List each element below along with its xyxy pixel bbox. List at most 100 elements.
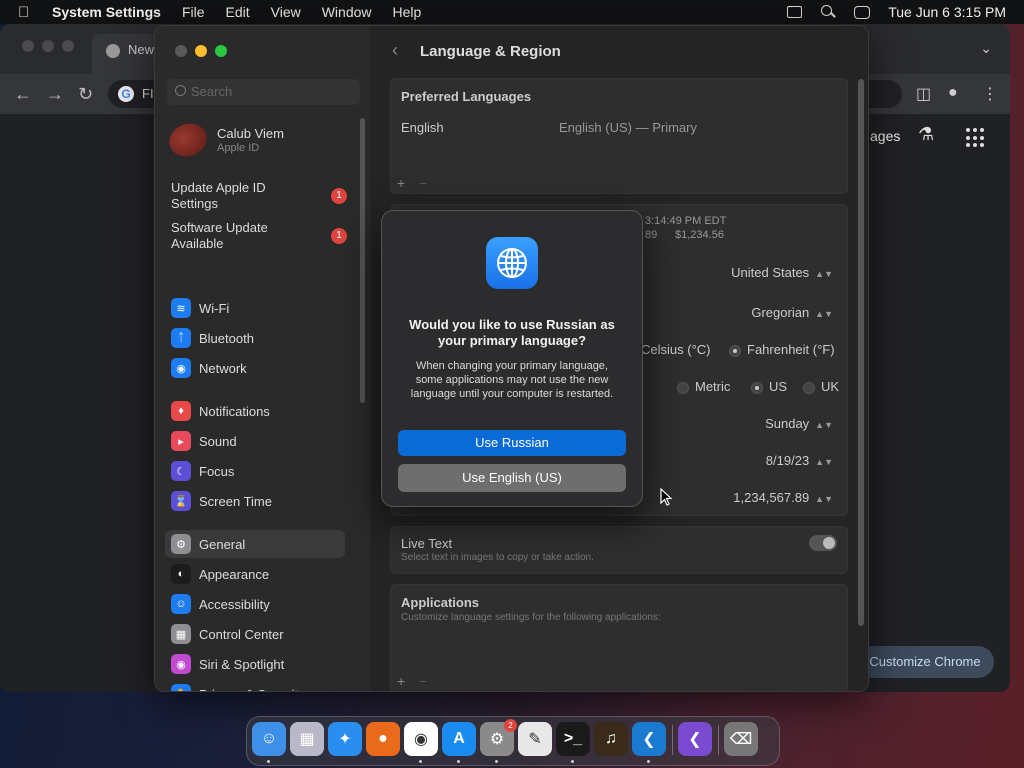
remove-language-button[interactable]: − <box>419 175 427 191</box>
content-scrollbar[interactable] <box>858 79 864 626</box>
number-format-select[interactable]: 1,234,567.89 ▲▼ <box>733 490 833 505</box>
time-preview: 3:14:49 PM EDT <box>645 215 727 227</box>
safari-icon[interactable]: ✦ <box>328 722 362 756</box>
running-indicator <box>495 760 498 763</box>
reload-icon[interactable]: ↻ <box>78 84 93 105</box>
region-value: United States <box>731 265 810 280</box>
apple-id-row[interactable]: Calub Viem Apple ID <box>164 118 359 162</box>
window-controls <box>175 45 227 57</box>
metric-option[interactable]: Metric <box>677 379 730 394</box>
sidebar-item-general[interactable]: ⚙ General <box>165 530 345 558</box>
kebab-menu-icon[interactable]: ⋮ <box>982 84 998 104</box>
customize-chrome-button[interactable]: Customize Chrome <box>856 646 994 678</box>
menu-file[interactable]: File <box>182 4 205 20</box>
omnibox-end[interactable] <box>868 80 902 108</box>
apps-grid-icon[interactable] <box>966 128 986 148</box>
side-panel-icon[interactable]: ◫ <box>916 84 931 104</box>
uk-option[interactable]: UK <box>803 379 839 394</box>
chevron-down-icon[interactable]: ⌄ <box>980 40 992 57</box>
sidebar-item-siri-spotlight[interactable]: ◉ Siri & Spotlight <box>165 650 345 678</box>
sidebar-item-appearance[interactable]: ◐ Appearance <box>165 560 345 588</box>
celsius-option[interactable]: Celsius (°C) <box>641 342 710 357</box>
system-settings-icon[interactable]: ⚙ 2 <box>480 719 517 756</box>
menu-edit[interactable]: Edit <box>226 4 250 20</box>
spotlight-search-icon[interactable] <box>820 5 836 19</box>
remove-application-button[interactable]: − <box>419 673 427 689</box>
uk-radio[interactable] <box>803 381 815 394</box>
trash-icon[interactable]: ⌫ <box>724 722 758 756</box>
chrome-tab[interactable]: New <box>92 34 162 74</box>
sidebar-item-focus[interactable]: ☾ Focus <box>165 457 345 485</box>
app-store-icon[interactable]: A <box>442 722 476 756</box>
user-subtitle: Apple ID <box>217 142 260 154</box>
sidebar-item-screen-time[interactable]: ⌛ Screen Time <box>165 487 345 515</box>
use-russian-button[interactable]: Use Russian <box>398 430 626 456</box>
terminal-icon[interactable]: >_ <box>556 722 590 756</box>
sidebar-item-network[interactable]: ◉ Network <box>165 354 345 382</box>
back-arrow-icon[interactable]: ← <box>14 84 32 105</box>
visual-studio-icon[interactable]: ❮ <box>678 722 712 756</box>
fahrenheit-option[interactable]: Fahrenheit (°F) <box>729 342 835 357</box>
chrome-link-images[interactable]: ages <box>870 128 900 144</box>
sidebar-item-control-center[interactable]: ▦ Control Center <box>165 620 345 648</box>
instruments-icon[interactable]: ♫ <box>594 722 628 756</box>
add-application-button[interactable]: + <box>397 673 405 689</box>
script-editor-icon[interactable]: ✎ <box>518 722 552 756</box>
date-format-select[interactable]: 8/19/23 ▲▼ <box>766 453 833 468</box>
menu-view[interactable]: View <box>271 4 301 20</box>
region-select[interactable]: United States ▲▼ <box>731 265 833 280</box>
page-title: Language & Region <box>420 43 561 60</box>
apple-menu-icon[interactable]:  <box>18 4 38 21</box>
first-day-select[interactable]: Sunday ▲▼ <box>765 416 833 431</box>
add-language-button[interactable]: + <box>397 175 405 191</box>
chrome-tab-title: New <box>128 42 155 57</box>
screen-mirroring-icon[interactable] <box>787 6 803 18</box>
search-placeholder: Search <box>191 84 233 99</box>
alert-badge: 1 <box>331 188 347 204</box>
metric-radio[interactable] <box>677 381 689 394</box>
us-option[interactable]: US <box>751 379 787 394</box>
avatar <box>164 118 212 162</box>
siri-icon: ◉ <box>171 654 191 674</box>
close-button[interactable] <box>175 45 187 57</box>
forward-arrow-icon[interactable]: → <box>46 84 64 105</box>
minimize-button[interactable] <box>195 45 207 57</box>
menu-window[interactable]: Window <box>322 4 372 20</box>
chrome-icon[interactable]: ◉ <box>404 722 438 756</box>
running-indicator <box>267 760 270 763</box>
back-chevron-icon[interactable]: ‹ <box>392 40 398 61</box>
vscode-icon[interactable]: ❮ <box>632 722 666 756</box>
profile-icon[interactable]: ● <box>948 84 958 102</box>
calendar-select[interactable]: Gregorian ▲▼ <box>751 305 833 320</box>
us-radio[interactable] <box>751 381 763 394</box>
sidebar-alert-apple-id[interactable]: Update Apple ID Settings 1 <box>171 180 361 212</box>
sidebar-item-bluetooth[interactable]: ᛏ Bluetooth <box>165 324 345 352</box>
sidebar-alert-software-update[interactable]: Software Update Available 1 <box>171 220 361 252</box>
sidebar-item-privacy-security[interactable]: ✋ Privacy & Security <box>165 680 345 691</box>
dock-separator <box>672 725 673 755</box>
sidebar-scrollbar[interactable] <box>360 118 365 403</box>
fahrenheit-label: Fahrenheit (°F) <box>747 342 835 357</box>
labs-flask-icon[interactable]: ⚗ <box>918 124 934 145</box>
sidebar-item-notifications[interactable]: ♦ Notifications <box>165 397 345 425</box>
firefox-icon[interactable]: ● <box>366 722 400 756</box>
use-english-button[interactable]: Use English (US) <box>398 464 626 492</box>
menu-help[interactable]: Help <box>393 4 422 20</box>
sidebar-item-accessibility[interactable]: ☺ Accessibility <box>165 590 345 618</box>
number-format-value: 1,234,567.89 <box>733 490 810 505</box>
zoom-button[interactable] <box>215 45 227 57</box>
fahrenheit-radio[interactable] <box>729 344 741 357</box>
sidebar-item-sound[interactable]: ▸ Sound <box>165 427 345 455</box>
menu-clock[interactable]: Tue Jun 6 3:15 PM <box>888 4 1006 20</box>
launchpad-icon[interactable]: ▦ <box>290 722 324 756</box>
sidebar-item-wi-fi[interactable]: ≋ Wi-Fi <box>165 294 345 322</box>
live-text-toggle[interactable] <box>809 535 837 551</box>
bluetooth-icon: ᛏ <box>171 328 191 348</box>
sidebar-item-label: Sound <box>199 433 237 449</box>
language-name[interactable]: English <box>401 120 444 135</box>
applications-description: Customize language settings for the foll… <box>401 612 661 623</box>
control-center-icon[interactable] <box>854 5 871 19</box>
sidebar-search-input[interactable]: Search <box>167 79 360 105</box>
menu-app-name[interactable]: System Settings <box>52 4 161 20</box>
finder-icon[interactable]: ☺ <box>252 722 286 756</box>
